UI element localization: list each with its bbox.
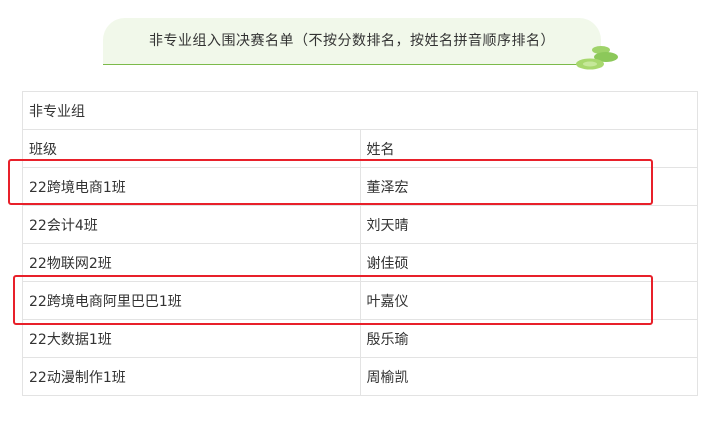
title-banner: 非专业组入围决赛名单（不按分数排名，按姓名拼音顺序排名） xyxy=(103,18,601,65)
banner-title: 非专业组入围决赛名单（不按分数排名，按姓名拼音顺序排名） xyxy=(149,33,555,49)
section-title: 非专业组 xyxy=(22,91,698,130)
row-class-cell: 22大数据1班 xyxy=(22,319,361,358)
red-highlight-box-row-4 xyxy=(13,275,653,325)
leaf-decoration-icon xyxy=(576,46,618,70)
row-name-cell: 殷乐瑜 xyxy=(359,319,698,358)
row-class-cell: 22会计4班 xyxy=(22,205,361,244)
finalists-table: 非专业组 班级 姓名 22跨境电商1班 董泽宏 22会计4班 刘天晴 22物联网… xyxy=(22,91,698,396)
table-row: 22会计4班 刘天晴 xyxy=(22,205,698,244)
red-highlight-box-row-1 xyxy=(8,159,653,205)
table-row: 22大数据1班 殷乐瑜 xyxy=(22,319,698,358)
table-row: 22动漫制作1班 周榆凯 xyxy=(22,357,698,396)
finalists-table-container: 非专业组 班级 姓名 22跨境电商1班 董泽宏 22会计4班 刘天晴 22物联网… xyxy=(22,91,698,396)
section-title-row: 非专业组 xyxy=(22,91,698,130)
row-name-cell: 周榆凯 xyxy=(359,357,698,396)
row-class-cell: 22动漫制作1班 xyxy=(22,357,361,396)
row-name-cell: 刘天晴 xyxy=(359,205,698,244)
